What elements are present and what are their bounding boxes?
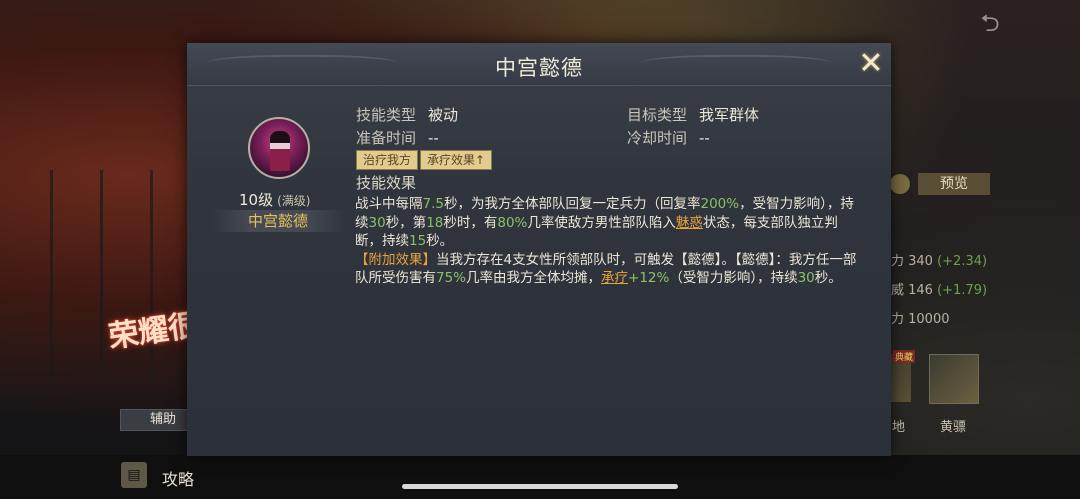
stat-row: 力 10000 (891, 312, 950, 327)
target-type-field: 目标类型 我军群体 (627, 106, 760, 124)
description-main: 战斗中每隔7.5秒，为我方全体部队回复一定兵力（回复率200%，受智力影响），持… (355, 196, 854, 249)
prep-time-field: 准备时间 -- (356, 129, 439, 147)
hero-label: 地 (892, 420, 906, 435)
skill-detail-dialog: 中宫懿德 ✕ 10级 (满级) 中宫懿德 技能类型 被动 目标类型 我军群体 准备时间… (187, 43, 891, 456)
skill-tags: 治疗我方 承疗效果↑ (356, 150, 493, 170)
book-icon[interactable]: ▤ (121, 462, 147, 488)
dialog-titlebar: 中宫懿德 ✕ (187, 43, 891, 86)
dialog-title: 中宫懿德 (495, 56, 583, 80)
skill-name-plate: 中宫懿德 (211, 210, 345, 232)
heal-bonus-keyword-link[interactable]: 承疗 (601, 270, 628, 286)
skill-description: 战斗中每隔7.5秒，为我方全体部队回复一定兵力（回复率200%，受智力影响），持… (355, 195, 860, 288)
skill-level: 10级 (满级) (239, 191, 311, 209)
skill-avatar (248, 117, 310, 179)
stat-row: 威 146 (+1.79) (891, 283, 988, 298)
back-arrow-icon[interactable]: ⮌ (956, 10, 1024, 36)
empress-figure-icon (270, 131, 290, 171)
gem-icon (890, 174, 910, 194)
hero-tag-badge: 典藏 (893, 350, 916, 363)
cooldown-field: 冷却时间 -- (627, 129, 710, 147)
guide-button[interactable]: 攻略 (162, 466, 194, 490)
skill-tag: 承疗效果↑ (420, 150, 493, 170)
preview-button[interactable]: 预览 (918, 173, 990, 195)
home-indicator[interactable] (402, 484, 678, 489)
charm-keyword-link[interactable]: 魅惑 (676, 215, 703, 231)
hero-label: 黄骠 (940, 420, 967, 435)
skill-tag: 治疗我方 (356, 150, 419, 170)
description-bonus: 【附加效果】当我方存在4支女性所领部队时，可触发【懿德】。【懿德】：我方任一部队… (355, 251, 857, 287)
close-icon[interactable]: ✕ (857, 49, 885, 79)
skill-type-field: 技能类型 被动 (356, 106, 459, 124)
hero-card[interactable] (929, 354, 979, 404)
effect-heading: 技能效果 (356, 174, 417, 192)
ship-masts (30, 170, 180, 390)
stat-row: 力 340 (+2.34) (891, 254, 988, 269)
